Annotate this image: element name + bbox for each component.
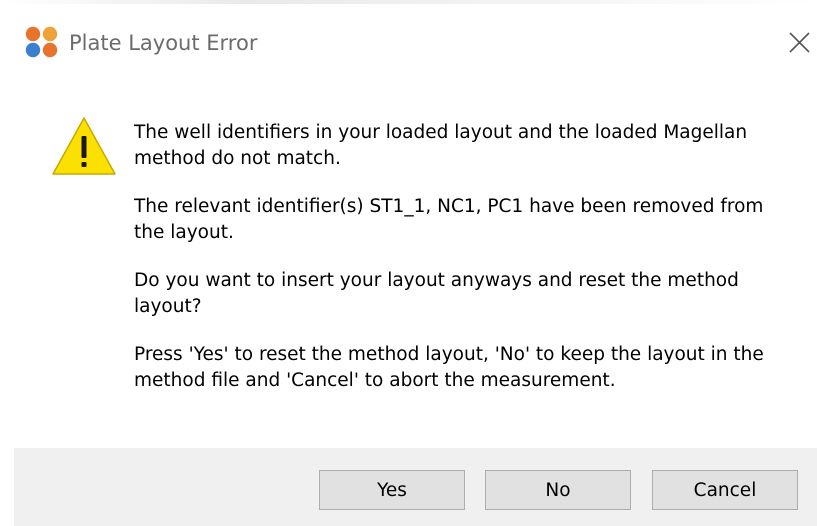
no-button[interactable]: No (485, 470, 631, 510)
window-title: Plate Layout Error (69, 31, 258, 55)
close-icon (789, 32, 810, 53)
button-bar: Yes No Cancel (14, 448, 817, 526)
app-icon (25, 26, 58, 58)
warning-icon (52, 117, 116, 175)
cancel-button[interactable]: Cancel (652, 470, 798, 510)
message-paragraph-instructions: Press 'Yes' to reset the method layout, … (134, 344, 764, 391)
message-text: The well identifiers in your loaded layo… (134, 120, 799, 394)
message-paragraph-question: Do you want to insert your layout anyway… (134, 270, 739, 317)
message-paragraph-removed: The relevant identifier(s) ST1_1, NC1, P… (134, 196, 764, 243)
plate-layout-error-dialog: Plate Layout Error The well identifiers … (0, 0, 817, 526)
dialog-content: The well identifiers in your loaded layo… (0, 78, 817, 448)
title-bar[interactable]: Plate Layout Error (0, 4, 817, 78)
yes-button[interactable]: Yes (319, 470, 465, 510)
message-paragraph-mismatch: The well identifiers in your loaded layo… (134, 122, 748, 169)
close-button[interactable] (780, 24, 816, 60)
